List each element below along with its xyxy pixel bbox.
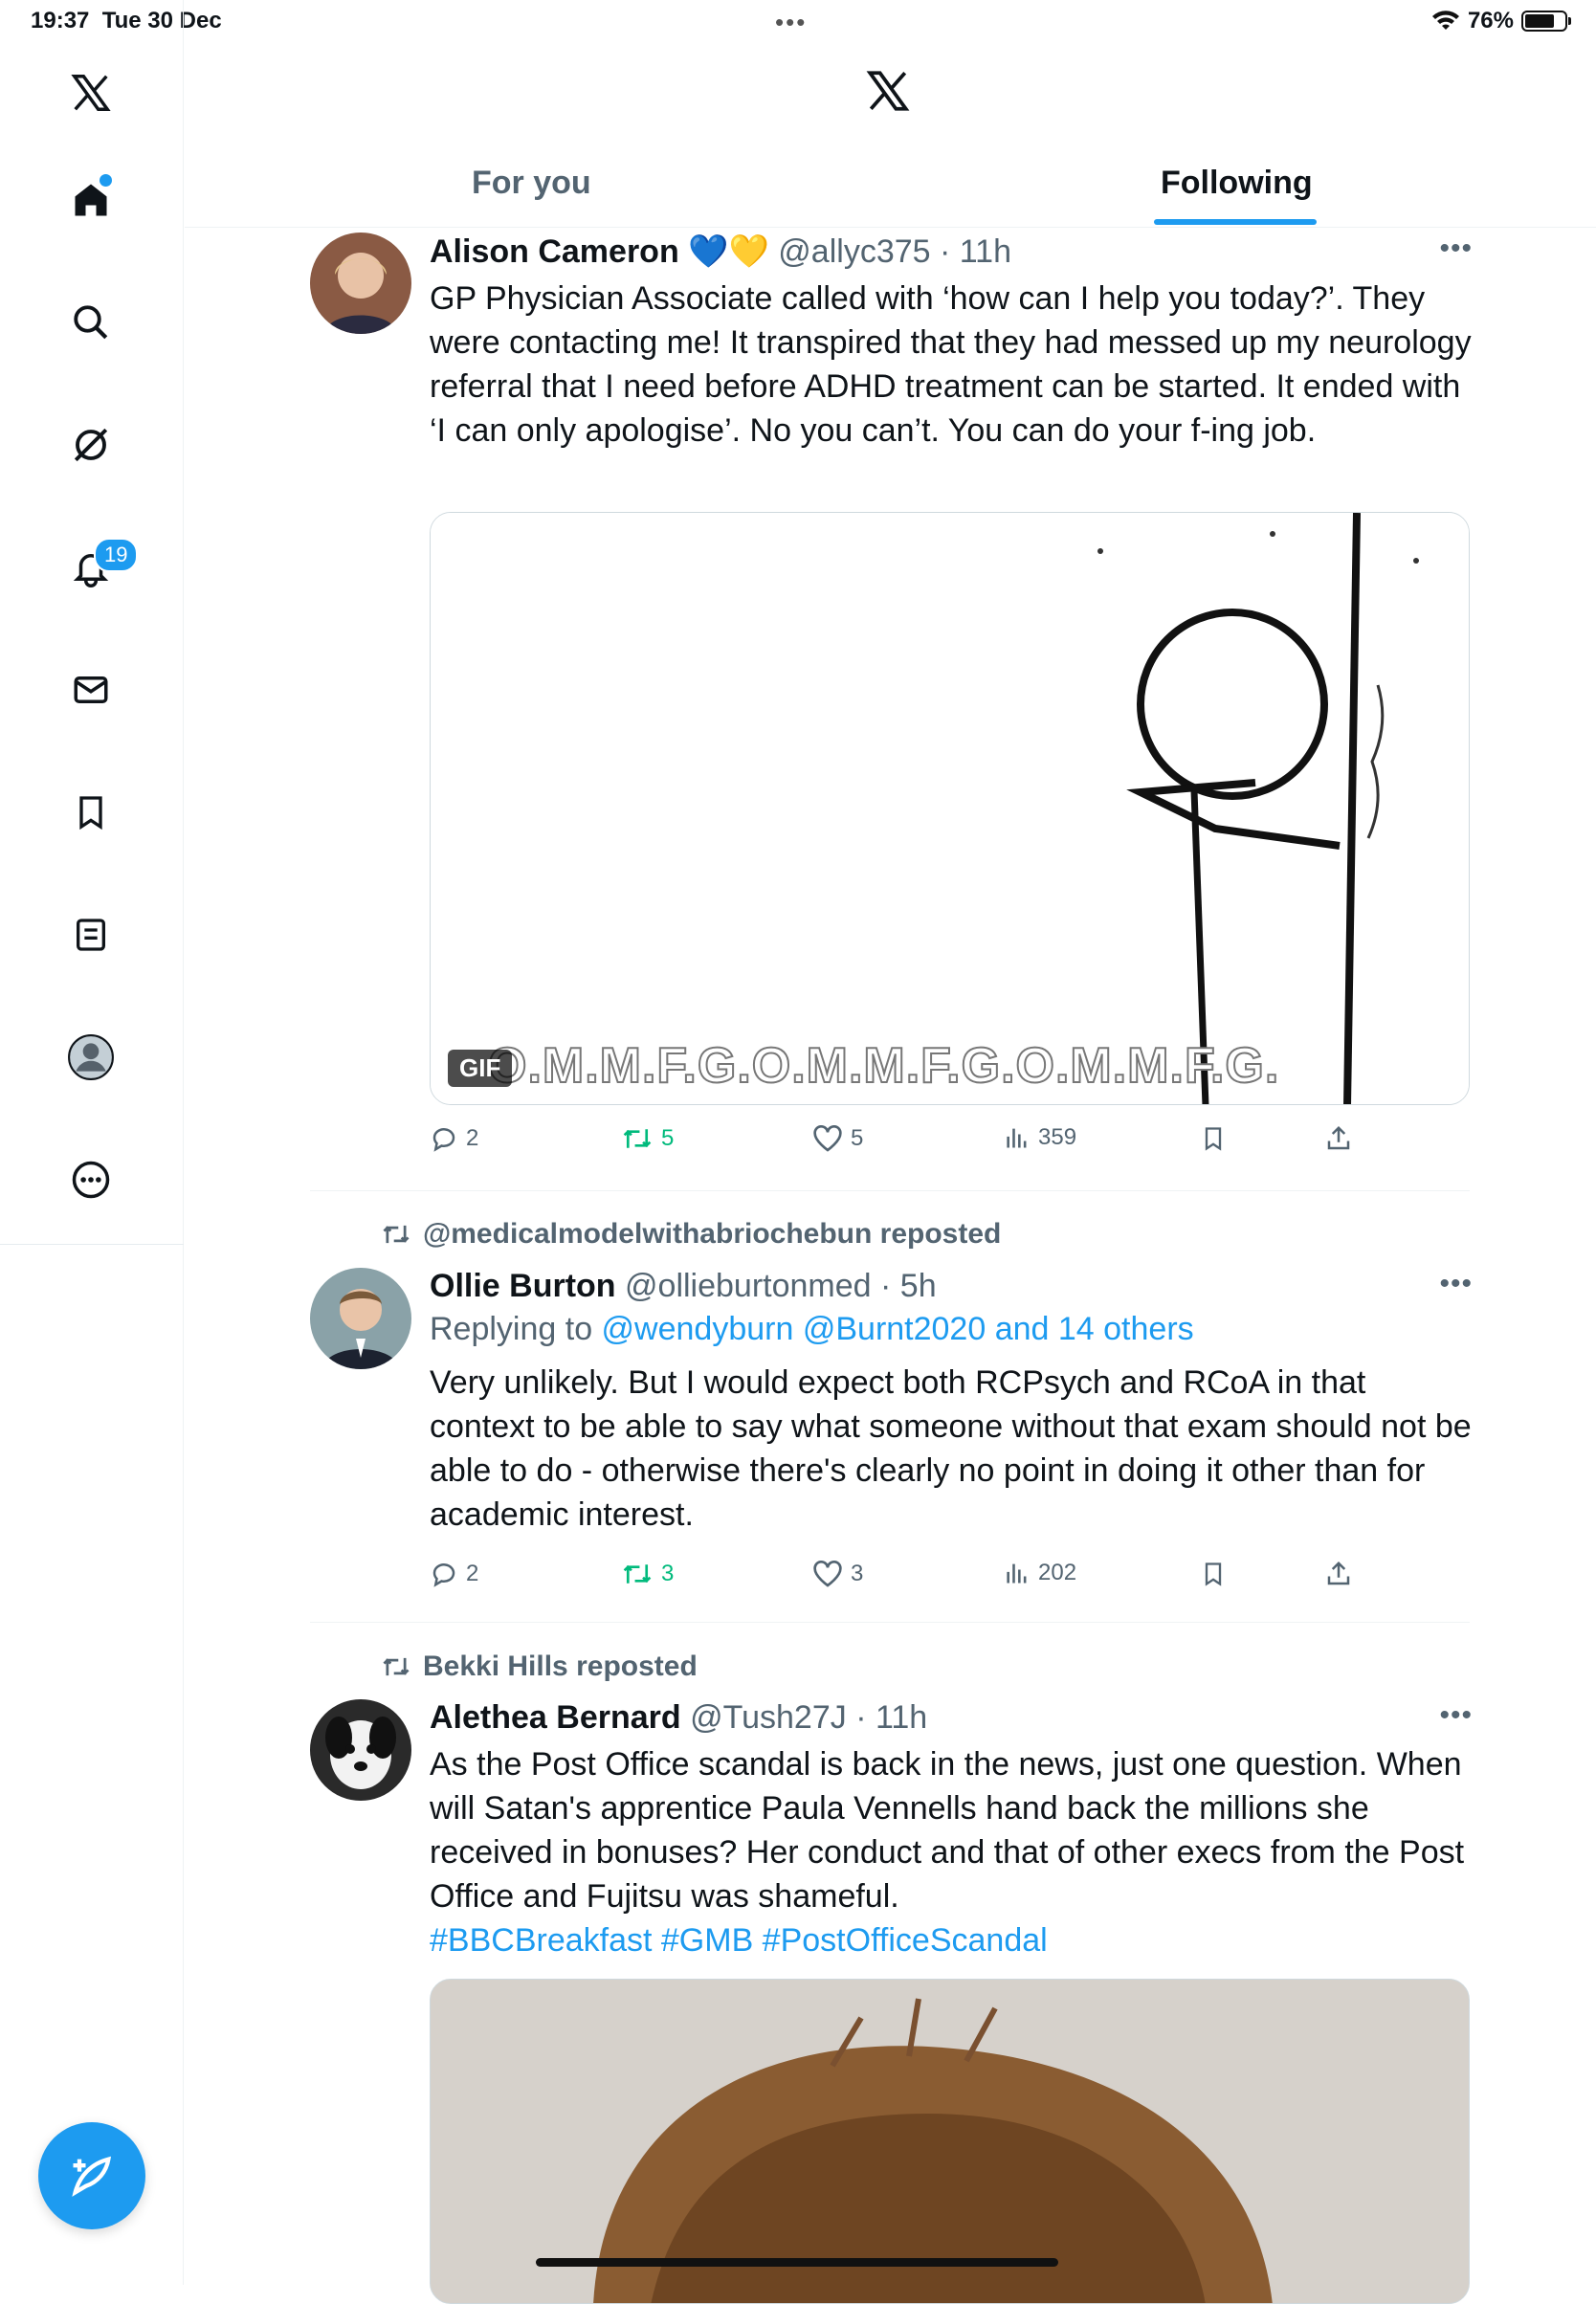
compose-button[interactable] (38, 2122, 145, 2229)
repost-icon (623, 1129, 652, 1148)
active-tab-indicator (1154, 219, 1317, 225)
bookmark-button[interactable] (1200, 1124, 1227, 1153)
x-logo-icon (864, 67, 912, 120)
bookmark-icon (1205, 1562, 1222, 1586)
tweet-divider (310, 1622, 1470, 1623)
replying-to-link[interactable]: @wendyburn @Burnt2020 and 14 others (602, 1311, 1194, 1347)
tweet-time[interactable]: 11h (876, 1699, 927, 1736)
gif-badge: GIF (448, 1050, 513, 1087)
list-icon[interactable] (59, 903, 122, 966)
timeline-header: For you Following (185, 0, 1596, 228)
home-indicator[interactable] (536, 2258, 1058, 2267)
author-name[interactable]: Ollie Burton (430, 1268, 616, 1304)
replying-to: Replying to @wendyburn @Burnt2020 and 14… (430, 1307, 1473, 1351)
tweet-more-icon[interactable]: ••• (1439, 1699, 1473, 1732)
tweet-text: As the Post Office scandal is back in th… (430, 1746, 1465, 1915)
compose-icon (72, 2156, 112, 2197)
x-logo-icon[interactable] (59, 61, 122, 124)
tweet-time[interactable]: 11h (960, 233, 1011, 270)
reply-icon (432, 1128, 455, 1152)
share-button[interactable] (1324, 1124, 1353, 1153)
tweet-actions: 2 3 3 202 (430, 1560, 1470, 1598)
views-button[interactable]: 202 (1004, 1560, 1076, 1586)
tweet-gif[interactable]: O.M.M.F.G.O.M.M.F.G.O.M.M.F.G. GIF (430, 512, 1470, 1105)
profile-icon[interactable] (59, 1026, 122, 1089)
share-icon (1327, 1561, 1350, 1585)
repost-count: 5 (661, 1125, 675, 1151)
gif-caption: O.M.M.F.G.O.M.M.F.G.O.M.M.F.G. (487, 1037, 1280, 1095)
repost-context-label: Bekki Hills reposted (423, 1650, 698, 1682)
repost-icon (383, 1225, 410, 1244)
author-name[interactable]: Alison Cameron (430, 233, 679, 270)
tweet-header: Ollie Burton @ollieburtonmed · 5h (430, 1268, 937, 1304)
tweet-hashtags[interactable]: #BBCBreakfast #GMB #PostOfficeScandal (430, 1918, 1473, 1962)
avatar[interactable] (310, 233, 411, 334)
repost-button[interactable]: 5 (621, 1124, 674, 1153)
tweet-more-icon[interactable]: ••• (1439, 233, 1473, 265)
author-handle[interactable]: @allyc375 (778, 233, 930, 270)
photo (431, 1980, 1469, 2303)
repost-context[interactable]: Bekki Hills reposted (381, 1650, 698, 1683)
like-count: 5 (851, 1125, 864, 1151)
reply-icon (432, 1563, 455, 1587)
bookmark-icon[interactable] (59, 781, 122, 844)
avatar[interactable] (310, 1699, 411, 1801)
more-icon[interactable] (59, 1148, 122, 1211)
bookmark-icon (1205, 1127, 1222, 1151)
replying-prefix: Replying to (430, 1311, 602, 1347)
bookmark-button[interactable] (1200, 1560, 1227, 1588)
repost-button[interactable]: 3 (621, 1560, 674, 1588)
tweet-text: GP Physician Associate called with ‘how … (430, 280, 1472, 449)
repost-context-label: @medicalmodelwithabriochebun reposted (423, 1218, 1002, 1250)
repost-icon (383, 1657, 410, 1676)
view-count: 202 (1038, 1560, 1077, 1585)
views-icon (1007, 1128, 1027, 1148)
home-unread-dot (100, 174, 112, 187)
author-handle[interactable]: @ollieburtonmed (625, 1268, 872, 1304)
gif-image (431, 513, 1469, 1104)
mail-icon[interactable] (59, 658, 122, 721)
author-name[interactable]: Alethea Bernard (430, 1699, 681, 1736)
tweet-actions: 2 5 5 359 (430, 1124, 1470, 1163)
tweet-text: Very unlikely. But I would expect both R… (430, 1364, 1472, 1533)
repost-context[interactable]: @medicalmodelwithabriochebun reposted (381, 1218, 1001, 1251)
reply-count: 2 (466, 1125, 479, 1151)
sidebar-divider (0, 1244, 184, 1245)
reply-button[interactable]: 2 (430, 1560, 478, 1588)
author-handle[interactable]: @Tush27J (690, 1699, 847, 1736)
like-button[interactable]: 3 (812, 1560, 863, 1588)
tweet[interactable]: Alison Cameron 💙💛 @allyc375 · 11h ••• GP… (310, 233, 1473, 1170)
tab-following[interactable]: Following (1161, 165, 1313, 202)
search-icon[interactable] (59, 291, 122, 354)
heart-icon (813, 1561, 842, 1587)
reply-button[interactable]: 2 (430, 1124, 478, 1153)
tweet-more-icon[interactable]: ••• (1439, 1268, 1473, 1300)
tab-for-you[interactable]: For you (472, 165, 591, 202)
sidebar: 19 (0, 0, 184, 2285)
tweet[interactable]: Ollie Burton @ollieburtonmed · 5h ••• Re… (310, 1268, 1473, 1631)
tweet-header: Alison Cameron 💙💛 @allyc375 · 11h (430, 233, 1011, 270)
tweet-time[interactable]: 5h (900, 1268, 937, 1304)
tweet-divider (310, 1190, 1470, 1191)
repost-icon (623, 1564, 652, 1584)
tweet[interactable]: Alethea Bernard @Tush27J · 11h ••• As th… (310, 1699, 1473, 2304)
like-count: 3 (851, 1561, 864, 1586)
tweet-header: Alethea Bernard @Tush27J · 11h (430, 1699, 928, 1736)
share-button[interactable] (1324, 1560, 1353, 1588)
grok-icon[interactable] (59, 413, 122, 476)
notification-badge: 19 (94, 538, 139, 572)
avatar[interactable] (310, 1268, 411, 1369)
repost-count: 3 (661, 1561, 675, 1586)
reply-count: 2 (466, 1561, 479, 1586)
views-icon (1007, 1563, 1027, 1584)
like-button[interactable]: 5 (812, 1124, 863, 1153)
view-count: 359 (1038, 1124, 1077, 1150)
tweet-image[interactable] (430, 1979, 1470, 2304)
views-button[interactable]: 359 (1004, 1124, 1076, 1151)
home-icon[interactable] (59, 168, 122, 232)
author-emojis: 💙💛 (688, 233, 769, 270)
share-icon (1327, 1125, 1350, 1150)
heart-icon (813, 1125, 842, 1152)
